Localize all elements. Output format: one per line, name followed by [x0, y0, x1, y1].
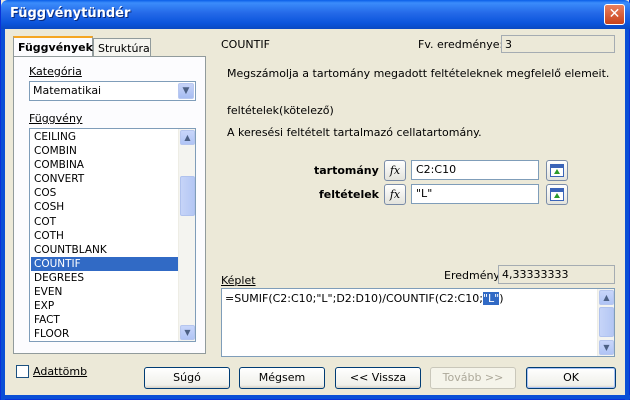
formula-text-before: =SUMIF(C2:C10;"L";D2:D10)/COUNTIF(C2:C10…	[225, 292, 483, 305]
function-list-item[interactable]: EVEN	[31, 285, 178, 299]
arg-range-value: C2:C10	[416, 163, 457, 176]
scroll-up-icon[interactable]: ▲	[599, 290, 614, 305]
category-select[interactable]: Matematikai ▼	[29, 81, 196, 101]
function-list-item[interactable]: COS	[31, 186, 178, 200]
function-description: Megszámolja a tartomány megadott feltéte…	[227, 67, 610, 80]
parameter-description: A keresési feltételt tartalmazó cellatar…	[227, 126, 482, 139]
scroll-down-icon[interactable]: ▼	[599, 340, 614, 355]
shrink-dialog-button-criteria[interactable]	[546, 184, 568, 205]
function-wizard-dialog: Függvénytündér ✕ Függvények Struktúra Ka…	[0, 0, 630, 400]
function-list-item[interactable]: FLOOR	[31, 327, 178, 341]
window-frame-bottom	[1, 395, 630, 399]
arg-range-input[interactable]: C2:C10	[411, 160, 539, 180]
window-frame-left	[1, 29, 5, 400]
parameter-title: feltételek(kötelező)	[227, 104, 334, 117]
function-name: COUNTIF	[221, 38, 270, 51]
formula-label: Képlet	[221, 274, 256, 287]
cancel-button[interactable]: Mégsem	[239, 367, 325, 389]
function-list-item[interactable]: CONVERT	[31, 172, 178, 186]
function-list-item[interactable]: CEILING	[31, 130, 178, 144]
scroll-thumb[interactable]	[180, 176, 195, 216]
fx-icon[interactable]: fx	[384, 160, 406, 181]
help-button[interactable]: Súgó	[144, 367, 230, 389]
shrink-icon	[550, 188, 564, 201]
formula-text-after: )	[499, 292, 504, 305]
arg-criteria-input[interactable]: "L"	[411, 184, 539, 204]
formula-text-selection: "L"	[482, 292, 500, 305]
shrink-icon	[550, 164, 564, 177]
function-list[interactable]: CEILING COMBIN COMBINA CONVERT COS COSH COT COT…	[29, 128, 196, 342]
shrink-dialog-button-range[interactable]	[546, 160, 568, 181]
ok-button[interactable]: OK	[526, 367, 616, 389]
scroll-up-icon[interactable]: ▲	[180, 130, 195, 145]
close-icon[interactable]: ✕	[604, 4, 625, 25]
function-list-item[interactable]: DEGREES	[31, 271, 178, 285]
tab-functions[interactable]: Függvények	[13, 36, 93, 58]
function-list-item[interactable]: COMBINA	[31, 158, 178, 172]
function-list-item[interactable]: COUNTIF	[31, 256, 178, 271]
function-list-item[interactable]: COT	[31, 215, 178, 229]
title-bar[interactable]: Függvénytündér ✕	[1, 0, 630, 29]
chevron-down-icon[interactable]: ▼	[178, 83, 194, 99]
tab-functions-label: Függvények	[18, 41, 93, 54]
next-button[interactable]: Tovább >>	[430, 367, 516, 389]
arg-criteria-label: feltételek	[319, 188, 380, 201]
formula-text[interactable]: =SUMIF(C2:C10;"L";D2:D10)/COUNTIF(C2:C10…	[225, 292, 503, 305]
formula-scrollbar[interactable]: ▲ ▼	[597, 289, 614, 356]
tab-structure-label: Struktúra	[98, 42, 150, 55]
formula-editor[interactable]: =SUMIF(C2:C10;"L";D2:D10)/COUNTIF(C2:C10…	[221, 288, 615, 357]
category-selected-value: Matematikai	[33, 84, 102, 97]
window-title: Függvénytündér	[10, 6, 131, 21]
fx-icon[interactable]: fx	[384, 184, 406, 205]
function-list-item[interactable]: EXP	[31, 299, 178, 313]
function-result-value: 3	[505, 38, 512, 51]
function-result-field: 3	[501, 35, 615, 53]
formula-result-field: 4,33333333	[498, 265, 615, 284]
category-label: Kategória	[29, 65, 82, 78]
formula-result-value: 4,33333333	[502, 268, 569, 281]
scroll-down-icon[interactable]: ▼	[180, 325, 195, 340]
function-list-scrollbar[interactable]: ▲ ▼	[178, 129, 195, 341]
function-list-items: CEILING COMBIN COMBINA CONVERT COS COSH COT COT…	[31, 130, 178, 341]
window-frame-right	[625, 29, 629, 400]
function-list-label: Függvény	[29, 112, 83, 125]
back-button[interactable]: << Vissza	[335, 367, 421, 389]
arg-criteria-value: "L"	[416, 187, 433, 200]
function-list-item[interactable]: COTH	[31, 229, 178, 243]
array-checkbox-label: Adattömb	[33, 365, 88, 378]
tab-structure[interactable]: Struktúra	[93, 38, 151, 58]
function-list-item[interactable]: COUNTBLANK	[31, 243, 178, 257]
scroll-thumb[interactable]	[599, 307, 614, 337]
function-list-item[interactable]: FACT	[31, 313, 178, 327]
formula-result-label: Eredmény	[444, 269, 500, 282]
array-checkbox[interactable]	[16, 365, 29, 378]
function-result-label: Fv. eredménye:	[418, 38, 504, 51]
function-list-item[interactable]: COSH	[31, 200, 178, 214]
arg-range-label: tartomány	[314, 164, 379, 177]
function-list-item[interactable]: COMBIN	[31, 144, 178, 158]
